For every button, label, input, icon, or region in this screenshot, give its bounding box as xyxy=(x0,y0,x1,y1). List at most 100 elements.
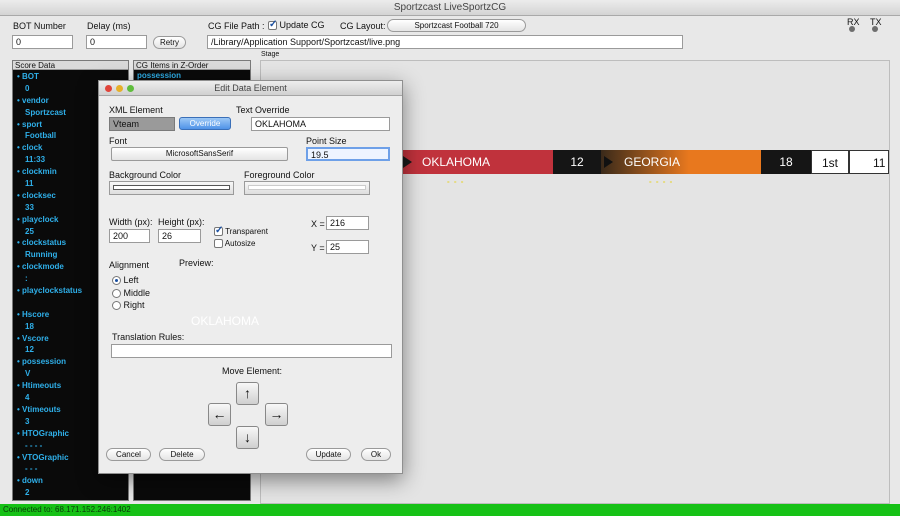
foreground-color-label: Foreground Color xyxy=(244,170,315,180)
quarter-box: 1st xyxy=(811,150,849,174)
edit-data-element-dialog[interactable]: Edit Data Element XML Element Vteam Over… xyxy=(98,80,403,474)
y-input[interactable]: 25 xyxy=(326,240,369,254)
cg-layout-popup[interactable]: Sportzcast Football 720 xyxy=(387,19,526,32)
align-left-radio[interactable]: Left xyxy=(112,275,139,286)
clock-text: 11 xyxy=(873,156,886,170)
x-input[interactable]: 216 xyxy=(326,216,369,230)
visitor-score-box: 12 xyxy=(553,150,601,174)
align-left-label: Left xyxy=(123,275,139,285)
translation-rules-label: Translation Rules: xyxy=(112,332,185,342)
arrow-up-icon: ↑ xyxy=(244,385,251,401)
align-left-radio-icon[interactable] xyxy=(112,276,121,286)
override-button[interactable]: Override xyxy=(179,117,231,130)
arrow-down-icon: ↓ xyxy=(244,429,251,445)
cg-file-path-label: CG File Path : xyxy=(208,21,265,31)
home-timeouts-indicator: - - - - xyxy=(649,177,674,186)
file-path-input[interactable]: /Library/Application Support/Sportzcast/… xyxy=(207,35,683,49)
stage-label: Stage xyxy=(261,51,280,58)
score-data-header: Score Data xyxy=(13,61,128,70)
transparent-check-icon[interactable] xyxy=(214,225,223,237)
ok-button[interactable]: Ok xyxy=(361,448,391,461)
autosize-label: Autosize xyxy=(224,239,256,248)
score-data-key[interactable]: • down xyxy=(13,475,128,487)
retry-button[interactable]: Retry xyxy=(153,36,186,49)
cg-items-header: CG Items in Z-Order xyxy=(134,61,250,70)
visitor-timeouts-indicator: - - - xyxy=(447,177,465,186)
align-middle-radio[interactable]: Middle xyxy=(112,288,151,299)
arrow-left-icon: ← xyxy=(212,406,227,422)
move-left-button[interactable]: ← xyxy=(208,403,231,426)
y-label: Y = xyxy=(311,243,325,253)
update-cg-check-icon[interactable] xyxy=(268,19,277,31)
background-color-well[interactable] xyxy=(109,181,234,195)
autosize-check-icon[interactable] xyxy=(214,239,223,249)
home-team-name: GEORGIA xyxy=(624,155,681,169)
dialog-title-bar: Edit Data Element xyxy=(99,81,402,96)
delay-input[interactable]: 0 xyxy=(86,35,147,49)
preview-text: OKLAHOMA xyxy=(191,314,260,328)
bot-number-label: BOT Number xyxy=(13,21,66,31)
bot-number-input[interactable]: 0 xyxy=(12,35,73,49)
alignment-label: Alignment xyxy=(109,260,150,270)
autosize-checkbox[interactable]: Autosize xyxy=(214,239,256,249)
update-button[interactable]: Update xyxy=(306,448,351,461)
xml-element-label: XML Element xyxy=(109,105,163,115)
home-score-box: 18 xyxy=(761,150,811,174)
text-override-label: Text Override xyxy=(236,105,290,115)
foreground-color-well[interactable] xyxy=(244,181,370,195)
transparent-checkbox[interactable]: Transparent xyxy=(214,225,268,237)
xml-element-field: Vteam xyxy=(109,117,175,131)
text-override-input[interactable]: OKLAHOMA xyxy=(251,117,390,131)
align-right-radio-icon[interactable] xyxy=(112,301,121,311)
translation-rules-input[interactable] xyxy=(111,344,392,358)
background-color-swatch xyxy=(113,185,230,190)
arrow-right-icon: → xyxy=(269,406,284,422)
height-input[interactable]: 26 xyxy=(158,229,201,243)
font-picker-button[interactable]: MicrosoftSansSerif xyxy=(111,147,288,161)
width-input[interactable]: 200 xyxy=(109,229,150,243)
move-right-button[interactable]: → xyxy=(265,403,288,426)
visitor-possession-arrow-icon xyxy=(403,156,412,168)
window-title-bar: Sportzcast LiveSportzCG xyxy=(0,0,900,16)
window-title: Sportzcast LiveSportzCG xyxy=(393,2,507,13)
status-text: Connected to: 68.171.152.246:1402 xyxy=(3,505,131,514)
home-possession-arrow-icon xyxy=(604,156,613,168)
delete-button[interactable]: Delete xyxy=(159,448,205,461)
move-element-label: Move Element: xyxy=(222,366,283,376)
dialog-title: Edit Data Element xyxy=(214,83,287,93)
cg-layout-label: CG Layout: xyxy=(340,21,386,31)
close-window-icon[interactable] xyxy=(105,85,112,92)
score-data-value[interactable]: 2 xyxy=(13,487,128,499)
font-label: Font xyxy=(109,136,128,146)
clock-box: 11 xyxy=(849,150,889,174)
home-score: 18 xyxy=(779,155,793,169)
transparent-label: Transparent xyxy=(225,227,268,236)
home-team-box: GEORGIA xyxy=(601,150,761,174)
width-label: Width (px): xyxy=(109,217,153,227)
align-middle-label: Middle xyxy=(123,288,151,298)
delay-label: Delay (ms) xyxy=(87,21,131,31)
visitor-score: 12 xyxy=(570,155,584,169)
zoom-window-icon[interactable] xyxy=(127,85,134,92)
cancel-button[interactable]: Cancel xyxy=(106,448,151,461)
foreground-color-swatch xyxy=(248,185,366,190)
rx-indicator-icon xyxy=(849,26,855,32)
tx-indicator-icon xyxy=(872,26,878,32)
quarter-text: 1st xyxy=(821,156,838,170)
visitor-team-name: OKLAHOMA xyxy=(422,155,491,169)
align-right-label: Right xyxy=(123,300,145,310)
height-label: Height (px): xyxy=(158,217,205,227)
align-middle-radio-icon[interactable] xyxy=(112,289,121,299)
align-right-radio[interactable]: Right xyxy=(112,300,145,311)
minimize-window-icon[interactable] xyxy=(116,85,123,92)
x-label: X = xyxy=(311,219,325,229)
background-color-label: Background Color xyxy=(109,170,182,180)
update-cg-checkbox[interactable]: Update CG xyxy=(268,19,325,31)
move-up-button[interactable]: ↑ xyxy=(236,382,259,405)
update-cg-label: Update CG xyxy=(279,20,325,30)
status-bar: Connected to: 68.171.152.246:1402 xyxy=(0,504,900,516)
preview-label: Preview: xyxy=(179,258,214,268)
move-down-button[interactable]: ↓ xyxy=(236,426,259,449)
point-size-input[interactable]: 19.5 xyxy=(306,147,390,161)
visitor-team-box: OKLAHOMA xyxy=(403,150,553,174)
